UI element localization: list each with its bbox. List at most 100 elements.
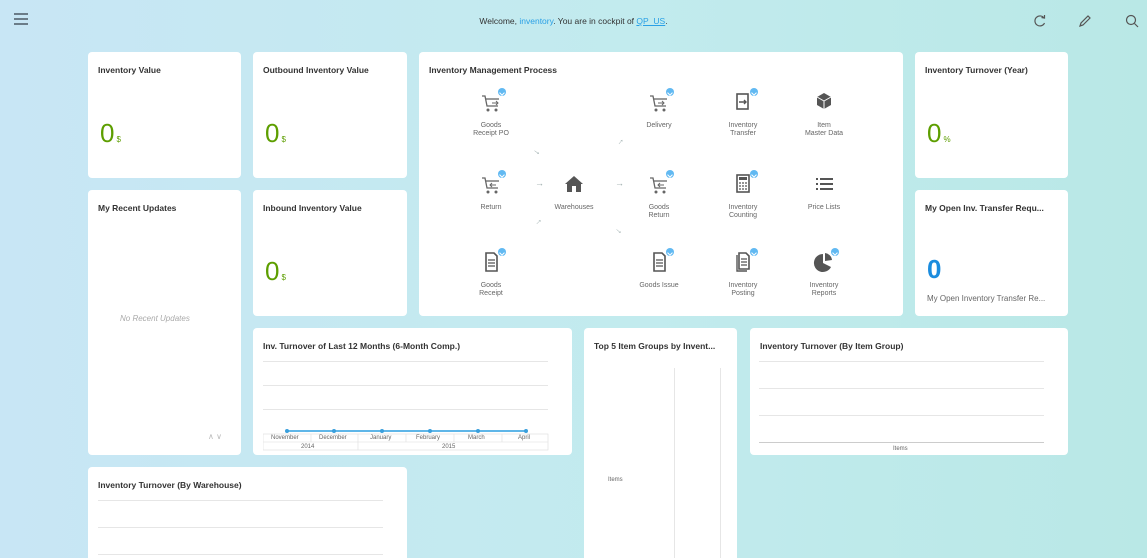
- tile-title: Inventory Management Process: [429, 65, 558, 75]
- search-icon[interactable]: [1124, 13, 1140, 29]
- x-tick-label: April: [518, 435, 531, 441]
- gridline: [759, 415, 1044, 416]
- kpi-value: 0 $: [265, 118, 286, 149]
- tile-title: My Recent Updates: [98, 203, 177, 213]
- tile-title: Top 5 Item Groups by Invent...: [594, 341, 716, 351]
- inventory-value-tile[interactable]: Inventory Value 0 $: [88, 52, 241, 178]
- pie-chart-icon: [807, 248, 841, 276]
- calculator-icon: [726, 170, 760, 198]
- cockpit-link[interactable]: QP_US: [636, 16, 665, 26]
- welcome-message: Welcome, inventory. You are in cockpit o…: [0, 16, 1147, 26]
- edit-icon[interactable]: [1077, 13, 1093, 29]
- kpi-number: 0: [927, 118, 942, 148]
- refresh-icon[interactable]: [1032, 13, 1048, 29]
- x-year-label: 2014: [301, 444, 315, 450]
- kpi-value: 0%: [927, 118, 951, 149]
- item-label: Return: [480, 204, 502, 211]
- x-tick-label: November: [271, 435, 299, 441]
- gridline: [263, 361, 548, 362]
- goods-return-item[interactable]: Goods Return: [624, 170, 694, 220]
- inventory-posting-item[interactable]: Inventory Posting: [708, 248, 778, 298]
- gridline: [98, 500, 383, 501]
- turnover-12-months-tile[interactable]: Inv. Turnover of Last 12 Months (6-Month…: [253, 328, 572, 455]
- axis-label: Items: [893, 446, 908, 452]
- empty-message: No Recent Updates: [120, 314, 190, 323]
- arrow-icon: →: [612, 223, 627, 237]
- turnover-line-chart: [263, 429, 549, 451]
- item-label: Goods Receipt PO: [473, 122, 509, 137]
- goods-receipt-po-item[interactable]: Goods Receipt PO: [456, 88, 526, 138]
- cart-return-icon: [474, 170, 508, 198]
- welcome-suffix: .: [665, 16, 668, 26]
- x-tick-label: January: [370, 435, 392, 441]
- tile-title: Inventory Turnover (By Warehouse): [98, 480, 242, 490]
- item-label: Inventory Reports: [809, 282, 839, 297]
- chevron-up-down-icon[interactable]: ∧ ∨: [208, 432, 222, 441]
- item-label: Inventory Posting: [728, 282, 758, 297]
- tile-title: Inv. Turnover of Last 12 Months (6-Month…: [263, 341, 461, 351]
- cube-icon: [807, 90, 841, 116]
- kpi-unit: $: [281, 273, 286, 282]
- arrow-icon: →: [615, 178, 624, 188]
- inbound-value-tile[interactable]: Inbound Inventory Value 0 $: [253, 190, 407, 316]
- turnover-year-tile[interactable]: Inventory Turnover (Year) 0%: [915, 52, 1068, 178]
- tile-title: Inventory Turnover (By Item Group): [760, 341, 904, 351]
- kpi-number: 0: [927, 254, 942, 284]
- item-label: Item Master Data: [804, 122, 844, 137]
- tile-title: Inventory Turnover (Year): [925, 65, 1028, 75]
- transfer-icon: [726, 88, 760, 116]
- price-lists-item[interactable]: Price Lists: [789, 172, 859, 212]
- item-label: Inventory Counting: [728, 204, 758, 219]
- welcome-prefix: Welcome,: [479, 16, 520, 26]
- inventory-process-tile: Inventory Management Process Goods Recei…: [419, 52, 903, 316]
- document-icon: [474, 248, 508, 276]
- tile-title: Inbound Inventory Value: [263, 203, 362, 213]
- kpi-number: 0: [265, 256, 280, 286]
- tile-title: My Open Inv. Transfer Requ...: [925, 203, 1044, 213]
- kpi-number: 0: [100, 118, 115, 148]
- tile-title: Outbound Inventory Value: [263, 65, 369, 75]
- outbound-value-tile[interactable]: Outbound Inventory Value 0 $: [253, 52, 407, 178]
- goods-receipt-item[interactable]: Goods Receipt: [456, 248, 526, 298]
- item-label: Goods Return: [648, 204, 670, 219]
- cart-in-icon: [474, 88, 508, 116]
- kpi-value: 0 $: [100, 118, 121, 149]
- return-item[interactable]: Return: [456, 170, 526, 212]
- top5-item-groups-tile[interactable]: Top 5 Item Groups by Invent... Items: [584, 328, 737, 558]
- cart-return-icon: [642, 170, 676, 198]
- list-icon: [807, 172, 841, 198]
- gridline: [98, 554, 383, 555]
- gridline: [759, 361, 1044, 362]
- inventory-reports-item[interactable]: Inventory Reports: [789, 248, 859, 298]
- open-transfer-tile[interactable]: My Open Inv. Transfer Requ... 0 My Open …: [915, 190, 1068, 316]
- arrow-icon: →: [530, 144, 545, 158]
- item-master-data-item[interactable]: Item Master Data: [789, 90, 859, 138]
- warehouse-icon: [557, 172, 591, 198]
- kpi-number: 0: [265, 118, 280, 148]
- kpi-unit: $: [281, 135, 286, 144]
- x-tick-label: December: [319, 435, 347, 441]
- tile-title: Inventory Value: [98, 65, 161, 75]
- warehouses-item[interactable]: Warehouses: [539, 172, 609, 212]
- gridline: [674, 368, 675, 558]
- item-label: Goods Issue: [639, 282, 679, 289]
- x-tick-label: March: [468, 435, 485, 441]
- tile-subtitle: My Open Inventory Transfer Re...: [927, 294, 1046, 303]
- goods-issue-item[interactable]: Goods Issue: [624, 248, 694, 290]
- welcome-middle: . You are in cockpit of: [553, 16, 637, 26]
- inventory-transfer-item[interactable]: Inventory Transfer: [708, 88, 778, 138]
- recent-updates-tile[interactable]: My Recent Updates No Recent Updates ∧ ∨: [88, 190, 241, 455]
- delivery-item[interactable]: Delivery: [624, 88, 694, 130]
- kpi-unit: $: [116, 135, 121, 144]
- gridline: [98, 527, 383, 528]
- turnover-by-item-group-tile[interactable]: Inventory Turnover (By Item Group) Items: [750, 328, 1068, 455]
- x-year-label: 2015: [442, 444, 456, 450]
- inventory-counting-item[interactable]: Inventory Counting: [708, 170, 778, 220]
- item-label: Price Lists: [807, 204, 841, 211]
- turnover-by-warehouse-tile[interactable]: Inventory Turnover (By Warehouse): [88, 467, 407, 558]
- item-label: Delivery: [646, 122, 672, 129]
- axis-label: Items: [608, 477, 623, 483]
- document-icon: [642, 248, 676, 276]
- documents-icon: [726, 248, 760, 276]
- x-tick-label: February: [416, 435, 441, 441]
